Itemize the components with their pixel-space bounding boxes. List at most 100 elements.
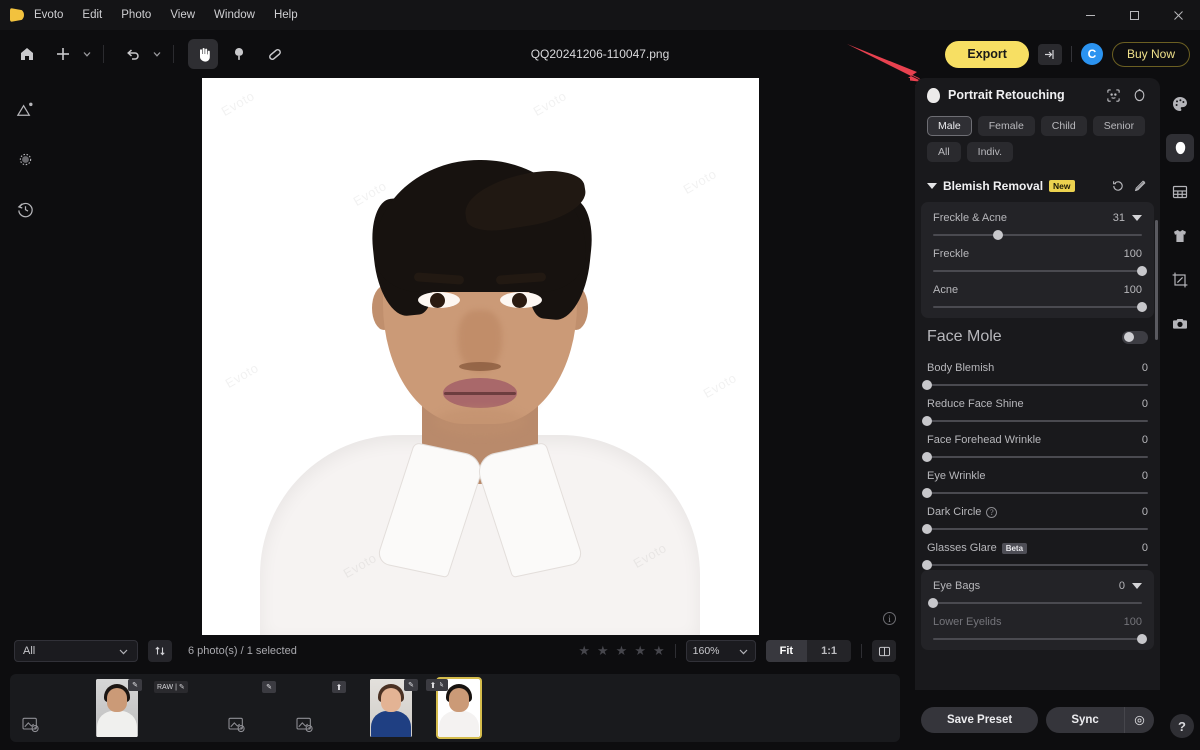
add-chevron-down-icon[interactable]: [79, 39, 95, 69]
minimize-icon[interactable]: [1068, 0, 1112, 30]
star-2[interactable]: ★: [597, 643, 609, 659]
list-item[interactable]: ✎ ⬆: [426, 677, 486, 739]
section-blemish-removal-header[interactable]: Blemish Removal New: [915, 172, 1160, 202]
clothing-icon[interactable]: [1166, 222, 1194, 250]
list-item[interactable]: ✎: [364, 679, 418, 737]
menu-item-window[interactable]: Window: [214, 9, 255, 21]
slider-thumb[interactable]: [922, 380, 932, 390]
toggle-face-mole[interactable]: Face Mole: [915, 318, 1160, 354]
brush-edit-icon[interactable]: [1132, 178, 1148, 194]
undo-icon[interactable]: [118, 39, 148, 69]
panel-scroll-body[interactable]: Freckle & Acne 31 Freckle 100 Acne 100 F…: [915, 202, 1160, 688]
palette-icon[interactable]: [1166, 90, 1194, 118]
slider-eye-wrinkle[interactable]: Eye Wrinkle 0: [915, 462, 1160, 498]
history-icon[interactable]: [10, 194, 40, 224]
effects-icon[interactable]: [10, 144, 40, 174]
star-5[interactable]: ★: [653, 643, 665, 659]
slider-acne[interactable]: Acne 100: [921, 276, 1154, 312]
menu-item-edit[interactable]: Edit: [82, 9, 102, 21]
slider-thumb[interactable]: [922, 416, 932, 426]
expand-caret-icon[interactable]: [1132, 583, 1142, 589]
share-export-icon[interactable]: [1037, 43, 1062, 65]
fit-button[interactable]: Fit: [765, 640, 808, 662]
slider-thumb[interactable]: [922, 560, 932, 570]
filmstrip[interactable]: ✎ RAW | ✎ ✎ ⬆ ✎ ✎ ⬆: [10, 674, 900, 742]
help-button[interactable]: ?: [1170, 714, 1194, 738]
camera-icon[interactable]: [1166, 310, 1194, 338]
list-item[interactable]: ⬆: [296, 679, 350, 737]
rating-stars[interactable]: ★ ★ ★ ★ ★: [578, 643, 664, 659]
menu-item-photo[interactable]: Photo: [121, 9, 151, 21]
chip-child[interactable]: Child: [1040, 116, 1087, 136]
menu-item-evoto[interactable]: Evoto: [34, 9, 63, 21]
menu-item-help[interactable]: Help: [274, 9, 298, 21]
slider-glasses-glare[interactable]: Glasses Glare Beta 0: [915, 534, 1160, 570]
hand-tool-icon[interactable]: [188, 39, 218, 69]
close-icon[interactable]: [1156, 0, 1200, 30]
slider-thumb[interactable]: [992, 230, 1003, 240]
list-item[interactable]: ✎: [228, 679, 282, 737]
scrollbar-thumb[interactable]: [1155, 220, 1158, 340]
slider-freckle[interactable]: Freckle 100: [921, 240, 1154, 276]
info-icon[interactable]: i: [883, 612, 896, 625]
menu-item-view[interactable]: View: [170, 9, 195, 21]
slider-thumb[interactable]: [922, 488, 932, 498]
blemish-tool-icon[interactable]: [224, 39, 254, 69]
one-to-one-button[interactable]: 1:1: [807, 640, 851, 662]
slider-reduce-face-shine[interactable]: Reduce Face Shine 0: [915, 390, 1160, 426]
save-preset-button[interactable]: Save Preset: [921, 707, 1039, 733]
avatar[interactable]: C: [1080, 43, 1103, 65]
chip-male[interactable]: Male: [927, 116, 972, 136]
slider-thumb[interactable]: [1137, 302, 1147, 312]
sort-icon[interactable]: [148, 640, 172, 662]
filter-select[interactable]: All: [14, 640, 138, 662]
gear-icon[interactable]: [1124, 707, 1154, 733]
face-mole-toggle[interactable]: [1122, 330, 1148, 344]
image-adjust-icon[interactable]: [10, 94, 40, 124]
slider-dark-circle[interactable]: Dark Circle ? 0: [915, 498, 1160, 534]
buy-now-button[interactable]: Buy Now: [1111, 41, 1190, 67]
help-icon[interactable]: ?: [986, 506, 998, 518]
slider-track[interactable]: [933, 230, 1142, 240]
list-item[interactable]: RAW | ✎: [154, 679, 214, 737]
chip-indiv[interactable]: Indiv.: [966, 142, 1013, 162]
reset-face-icon[interactable]: [1130, 86, 1148, 104]
slider-freckle-and-acne[interactable]: Freckle & Acne 31: [921, 204, 1154, 240]
slider-eye-bags[interactable]: Eye Bags 0: [921, 572, 1154, 608]
chip-all[interactable]: All: [927, 142, 961, 162]
canvas-area[interactable]: Evoto Evoto Evoto Evoto Evoto Evoto Evot…: [50, 78, 910, 635]
home-icon[interactable]: [12, 39, 42, 69]
star-3[interactable]: ★: [616, 643, 628, 659]
slider-track[interactable]: [928, 598, 1142, 608]
slider-body-blemish[interactable]: Body Blemish 0: [915, 354, 1160, 390]
slider-thumb[interactable]: [1137, 634, 1147, 644]
chip-senior[interactable]: Senior: [1092, 116, 1146, 136]
slider-track[interactable]: [922, 524, 1148, 534]
slider-track[interactable]: [922, 488, 1148, 498]
slider-track[interactable]: [933, 266, 1147, 276]
photo-canvas[interactable]: Evoto Evoto Evoto Evoto Evoto Evoto Evot…: [201, 78, 759, 635]
slider-track[interactable]: [922, 380, 1148, 390]
expand-caret-icon[interactable]: [1132, 215, 1142, 221]
slider-thumb[interactable]: [928, 598, 938, 608]
panel-scrollbar[interactable]: [1155, 202, 1158, 688]
export-button[interactable]: Export: [945, 40, 1029, 68]
zoom-select[interactable]: 160%: [685, 640, 756, 662]
split-view-icon[interactable]: [872, 640, 896, 662]
list-item[interactable]: ✎: [90, 679, 144, 737]
chip-female[interactable]: Female: [977, 116, 1035, 136]
slider-thumb[interactable]: [922, 452, 932, 462]
slider-track[interactable]: [922, 416, 1148, 426]
slider-track[interactable]: [922, 452, 1148, 462]
undo-chevron-down-icon[interactable]: [149, 39, 165, 69]
collapse-triangle-icon[interactable]: [927, 183, 937, 189]
slider-thumb[interactable]: [1137, 266, 1147, 276]
list-item[interactable]: [22, 679, 76, 737]
portrait-face-icon[interactable]: [1166, 134, 1194, 162]
maximize-icon[interactable]: [1112, 0, 1156, 30]
slider-track[interactable]: [933, 302, 1147, 312]
background-grid-icon[interactable]: [1166, 178, 1194, 206]
star-1[interactable]: ★: [578, 643, 590, 659]
plus-icon[interactable]: [48, 39, 78, 69]
crop-icon[interactable]: [1166, 266, 1194, 294]
